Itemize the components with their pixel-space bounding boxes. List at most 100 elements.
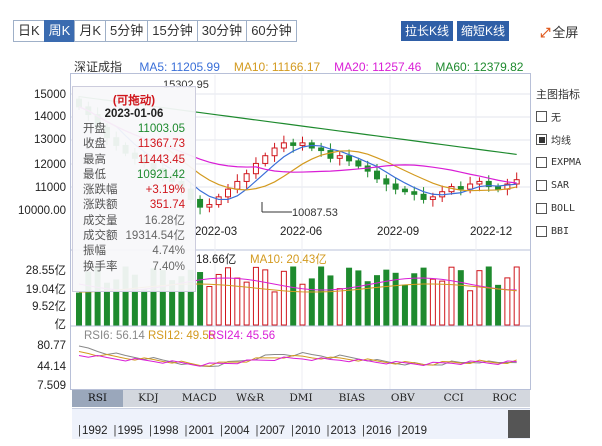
volume-axis-label: 19.04亿 [25, 284, 66, 296]
candle-body [215, 196, 222, 206]
volume-bar [411, 273, 418, 326]
tooltip-value: 11443.45 [137, 153, 185, 166]
main-indicator-option[interactable]: 无 [536, 108, 600, 125]
candle-body [280, 142, 287, 149]
candle-body [271, 147, 278, 157]
history-timeline[interactable]: 1992 1995 1998 2001 2004 2007 2010 2013 2016 2019 [72, 408, 530, 439]
checkbox[interactable] [536, 180, 547, 191]
price-axis-label: 13000 [34, 134, 66, 146]
checkbox[interactable] [536, 134, 547, 145]
price-axis-label: 15000 [34, 89, 66, 101]
option-label: SAR [551, 180, 570, 191]
volume-axis-label: 28.55亿 [25, 265, 66, 277]
tooltip-value: 16.28亿 [144, 214, 185, 227]
tooltip-label: 涨跌额 [83, 199, 118, 212]
price-axis-label: 11000 [34, 182, 66, 194]
volume-bar [327, 275, 334, 326]
timeline-year: 1998 [149, 425, 179, 437]
option-label: 无 [551, 113, 561, 124]
volume-bar [262, 269, 269, 326]
timeline-year: 2007 [256, 425, 286, 437]
candle-body [457, 186, 464, 190]
main-indicator-option[interactable]: EXPMA [536, 154, 600, 171]
tooltip-label: 振幅 [83, 245, 106, 258]
rsi-axis-label: 80.77 [37, 340, 66, 352]
timeline-year: 2016 [362, 425, 392, 437]
indicator-tab[interactable]: CCI [428, 390, 479, 407]
volume-bar [420, 267, 427, 326]
volume-bar [346, 267, 353, 326]
timeline-year: 2010 [291, 425, 321, 437]
indicator-tab[interactable]: BIAS [326, 390, 377, 407]
tooltip-label: 涨跌幅 [83, 184, 118, 197]
tooltip-row: 换手率 7.40% [73, 260, 195, 275]
price-axis-label: 10000.00 [18, 205, 66, 217]
tooltip-row: 涨跌幅 +3.19% [73, 183, 195, 198]
tooltip-row: 涨跌额 351.74 [73, 198, 195, 213]
indicator-tab[interactable]: KDJ [123, 390, 174, 407]
indicator-tab[interactable]: RSI [72, 390, 123, 407]
candle-body [290, 142, 297, 146]
volume-bar [243, 281, 250, 326]
timeline-year: 2001 [185, 425, 215, 437]
volume-bar [429, 278, 436, 326]
volume-header: 18.66亿 [196, 253, 236, 266]
tooltip-row: 成交额 19314.54亿 [73, 229, 195, 244]
volume-bar [383, 269, 390, 326]
tooltip-drag-hint: (可拖动) [112, 95, 156, 107]
timeline-handle[interactable] [508, 410, 530, 438]
volume-ma10-header: MA10: 20.43亿 [250, 253, 327, 266]
tooltip-label: 开盘 [83, 123, 106, 135]
indicator-tab[interactable]: MACD [174, 390, 225, 407]
checkbox[interactable] [536, 111, 547, 122]
tooltip-row: 开盘 11003.05 [73, 122, 195, 137]
main-indicator-option[interactable]: BBI [536, 223, 600, 240]
checkbox[interactable] [536, 157, 547, 168]
candle-body [392, 183, 399, 190]
indicator-tab[interactable]: W&R [225, 390, 276, 407]
candle-body [411, 191, 418, 195]
checkbox[interactable] [536, 203, 547, 214]
tooltip-value: 11367.73 [137, 138, 185, 151]
tooltip-label: 最低 [83, 168, 106, 181]
candle-body [336, 155, 343, 159]
checkbox[interactable] [536, 226, 547, 237]
indicator-tab[interactable]: DMI [276, 390, 327, 407]
candle-body [355, 160, 362, 167]
price-axis-label: 14000 [34, 111, 66, 123]
tooltip-value: +3.19% [145, 184, 185, 197]
volume-bar [504, 277, 511, 326]
price-axis-label: 12000 [34, 159, 66, 171]
timeline-year: 2013 [327, 425, 357, 437]
volume-bar [401, 284, 408, 326]
main-indicator-option[interactable]: BOLL [536, 200, 600, 217]
candle-body [262, 155, 269, 164]
volume-bar [392, 272, 399, 326]
tooltip-value: 11003.05 [137, 123, 185, 135]
volume-bar [141, 289, 148, 326]
indicator-tab[interactable]: OBV [377, 390, 428, 407]
candle-body [401, 188, 408, 193]
candle-body [243, 173, 250, 182]
indicator-tab[interactable]: ROC [479, 390, 530, 407]
tooltip-value: 351.74 [149, 199, 185, 212]
volume-bar [318, 266, 325, 326]
volume-bar [280, 270, 287, 326]
tooltip-row: 最低 10921.42 [73, 168, 195, 183]
ohlc-tooltip[interactable]: (可拖动) 2023-01-06 开盘 11003.05 收盘 11367.73 最高 1… [72, 86, 196, 292]
volume-bar [457, 270, 464, 326]
main-indicator-option[interactable]: SAR [536, 177, 600, 194]
candle-body [429, 196, 436, 200]
option-label: BBI [551, 226, 570, 237]
tooltip-row: 振幅 4.74% [73, 244, 195, 259]
date-axis-label: 2022-12 [470, 226, 512, 238]
tooltip-date: 2023-01-06 [104, 108, 164, 120]
date-axis-label: 2022-03 [195, 226, 237, 238]
candle-body [476, 180, 483, 185]
volume-bar [234, 277, 241, 326]
main-indicator-option[interactable]: 均线 [536, 131, 600, 148]
option-label: BOLL [551, 203, 576, 214]
candle-body [467, 183, 474, 190]
timeline-year: 1992 [78, 425, 108, 437]
rsi-axis-label: 44.14 [37, 361, 66, 373]
